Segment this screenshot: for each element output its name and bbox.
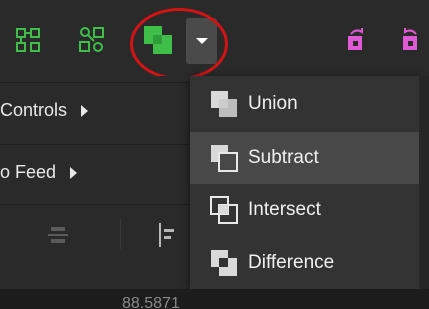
ungroup-nodes-icon[interactable] bbox=[10, 22, 46, 58]
union-icon bbox=[204, 84, 244, 124]
chevron-right-icon bbox=[81, 104, 89, 117]
controls-label: Controls bbox=[0, 100, 68, 120]
left-panel: Controls o Feed bbox=[0, 76, 190, 309]
boolean-union-icon[interactable] bbox=[140, 22, 176, 58]
chevron-down-icon bbox=[195, 38, 208, 44]
rotate-cw-icon[interactable] bbox=[338, 22, 374, 58]
difference-label: Difference bbox=[248, 252, 335, 273]
align-left-icon[interactable] bbox=[159, 223, 179, 247]
boolean-operations-menu: Union Subtract Intersect Difference bbox=[190, 76, 419, 289]
controls-row[interactable]: Controls bbox=[0, 82, 190, 138]
subtract-label: Subtract bbox=[248, 147, 319, 168]
align-row bbox=[0, 204, 190, 264]
feed-row[interactable]: o Feed bbox=[0, 144, 190, 200]
difference-icon bbox=[204, 243, 244, 283]
right-edge-panel bbox=[419, 76, 429, 289]
union-label: Union bbox=[248, 93, 298, 114]
group-nodes-icon[interactable] bbox=[74, 22, 110, 58]
menu-item-intersect[interactable]: Intersect bbox=[190, 184, 419, 236]
coordinate-readout[interactable]: 88.5871 bbox=[122, 294, 180, 309]
feed-label: o Feed bbox=[0, 162, 57, 182]
chevron-right-icon bbox=[70, 166, 78, 179]
menu-item-difference[interactable]: Difference bbox=[190, 237, 419, 289]
rotate-ccw-icon[interactable] bbox=[393, 22, 429, 58]
subtract-icon bbox=[204, 138, 244, 178]
separator bbox=[120, 219, 121, 249]
intersect-icon bbox=[204, 190, 244, 230]
intersect-label: Intersect bbox=[248, 199, 321, 220]
menu-item-union[interactable]: Union bbox=[190, 78, 419, 130]
bottom-strip bbox=[0, 289, 429, 309]
toolbar bbox=[0, 0, 429, 76]
boolean-dropdown-button[interactable] bbox=[186, 18, 217, 64]
menu-item-subtract[interactable]: Subtract bbox=[190, 132, 419, 184]
align-center-vertical-icon[interactable] bbox=[48, 225, 68, 247]
